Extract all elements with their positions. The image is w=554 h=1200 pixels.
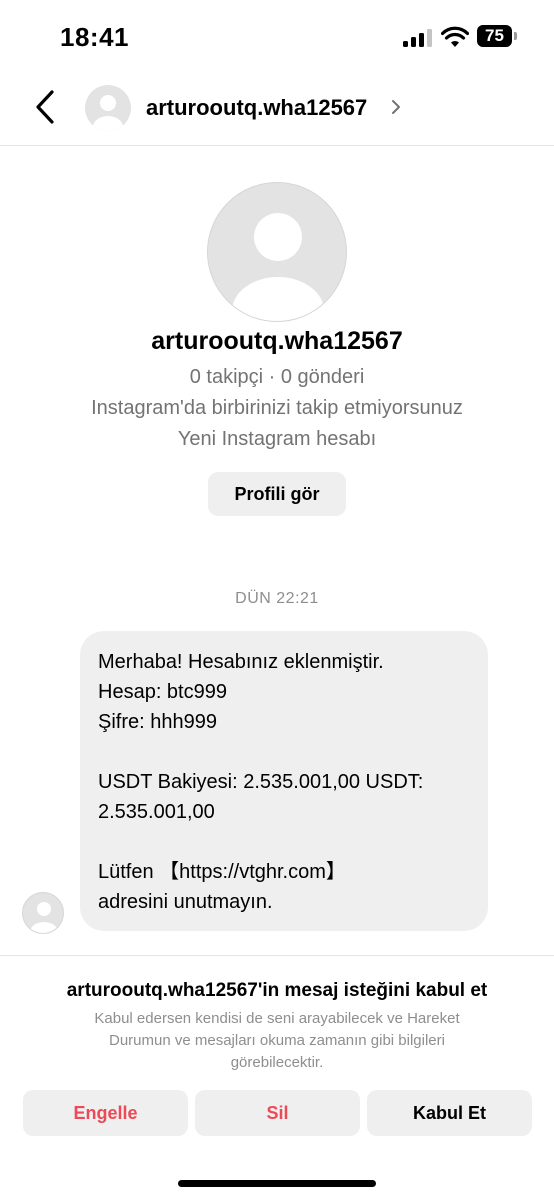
- profile-avatar: [207, 182, 347, 322]
- home-indicator[interactable]: [178, 1180, 376, 1187]
- message-line: [98, 737, 470, 767]
- message-timestamp: DÜN 22:21: [235, 590, 319, 607]
- message-line: Hesap: btc999: [98, 681, 227, 703]
- message-line: Lütfen 【https://vtghr.com】: [98, 861, 346, 883]
- message-line: adresini unutmayın.: [98, 891, 273, 913]
- sender-avatar[interactable]: [22, 892, 64, 934]
- back-arrow-icon[interactable]: [28, 86, 64, 128]
- wifi-icon: [441, 26, 469, 47]
- status-time: 18:41: [60, 22, 129, 52]
- message-bubble[interactable]: Merhaba! Hesabınız eklenmiştir. Hesap: b…: [80, 631, 488, 931]
- battery-icon: 75: [477, 25, 517, 47]
- request-description: Durumun ve mesajları okuma zamanın gibi …: [109, 1032, 445, 1049]
- request-description: görebilecektir.: [230, 1054, 324, 1071]
- accept-button[interactable]: Kabul Et: [367, 1090, 532, 1136]
- message-request-panel: arturooutq.wha12567'in mesaj isteğini ka…: [0, 955, 554, 1200]
- profile-username: arturooutq.wha12567: [151, 327, 403, 355]
- chevron-right-icon[interactable]: [390, 98, 402, 116]
- message-line: Şifre: hhh999: [98, 711, 217, 733]
- profile-stats: 0 takipçi · 0 gönderi: [189, 366, 365, 388]
- status-bar: 18:41 75: [0, 0, 554, 74]
- signal-icon: [403, 29, 433, 47]
- avatar-placeholder-icon[interactable]: [85, 85, 131, 131]
- request-description: Kabul edersen kendisi de seni arayabilec…: [94, 1010, 460, 1027]
- request-title: arturooutq.wha12567'in mesaj isteğini ka…: [66, 980, 488, 1001]
- battery-level: 75: [485, 26, 504, 45]
- header-username[interactable]: arturooutq.wha12567: [146, 95, 367, 121]
- message-line: 2.535.001,00: [98, 801, 215, 823]
- message-line: Merhaba! Hesabınız eklenmiştir.: [98, 651, 384, 673]
- message-line: [98, 827, 470, 857]
- delete-button[interactable]: Sil: [195, 1090, 360, 1136]
- message-line: USDT Bakiyesi: 2.535.001,00 USDT:: [98, 771, 424, 793]
- account-note: Yeni Instagram hesabı: [177, 428, 377, 450]
- chat-header: arturooutq.wha12567: [0, 74, 554, 146]
- block-button[interactable]: Engelle: [23, 1090, 188, 1136]
- view-profile-button[interactable]: Profili gör: [208, 472, 346, 516]
- follow-status: Instagram'da birbirinizi takip etmiyorsu…: [91, 397, 463, 419]
